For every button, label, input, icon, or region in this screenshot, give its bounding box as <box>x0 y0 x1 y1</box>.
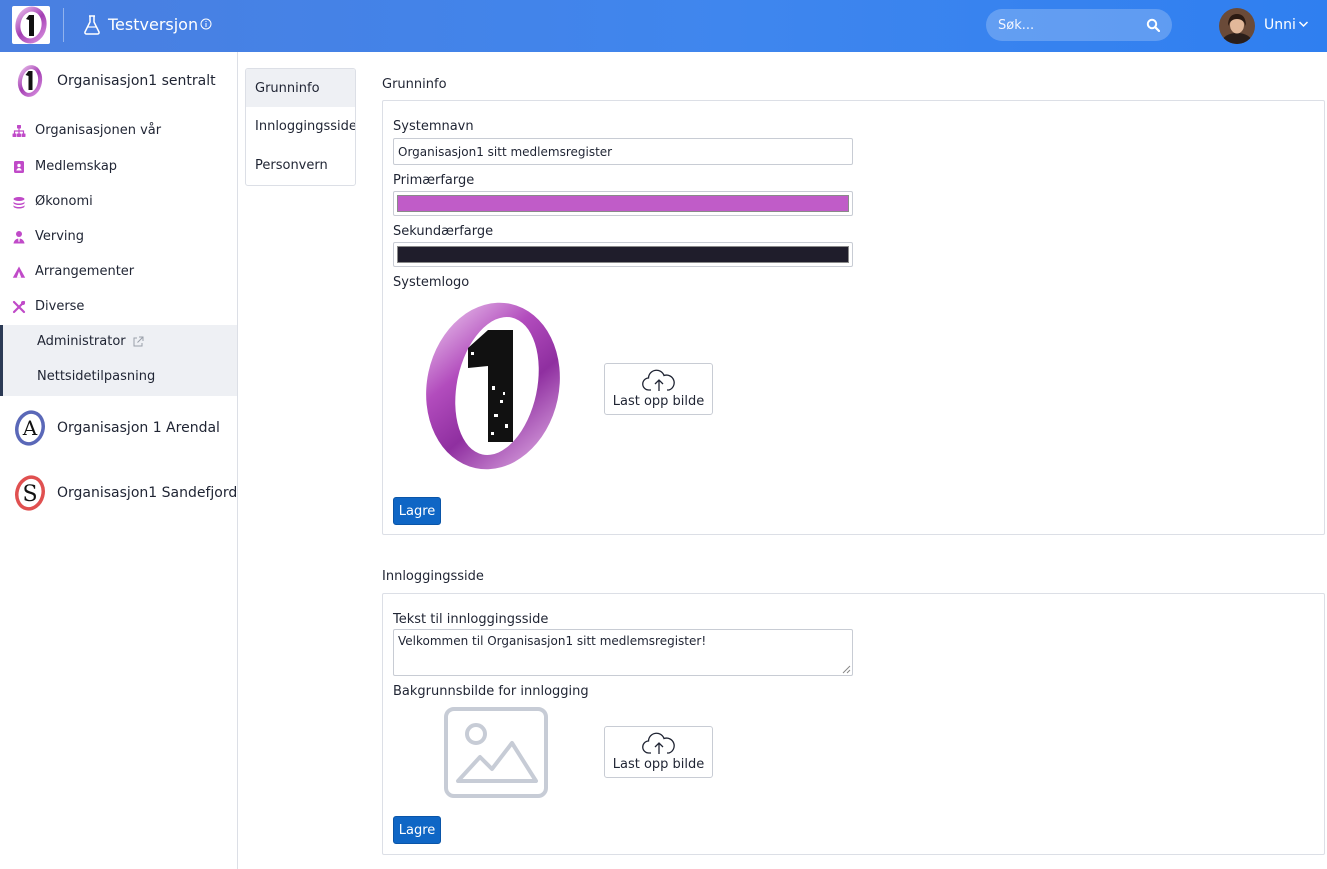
section-title-grunninfo: Grunninfo <box>382 77 447 92</box>
system-name-input[interactable] <box>393 138 853 165</box>
login-bg-label: Bakgrunnsbilde for innlogging <box>393 684 589 699</box>
user-tie-icon <box>13 230 25 243</box>
system-logo-label: Systemlogo <box>393 275 470 290</box>
sidebar-item-okonomi[interactable]: Økonomi <box>0 184 237 219</box>
grunninfo-panel: Systemnavn Primærfarge Sekundærfarge Sys… <box>382 100 1325 535</box>
top-bar: Testversjon Unni <box>0 0 1327 52</box>
sidebar: Organisasjon1 sentralt Organisasjonen vå… <box>0 52 238 869</box>
user-name[interactable]: Unni <box>1264 16 1296 34</box>
user-avatar[interactable] <box>1219 8 1255 44</box>
section-title-innloggingsside: Innloggingsside <box>382 569 484 584</box>
sidebar-item-label: Organisasjonen vår <box>35 123 162 138</box>
sidebar-item-medlemskap[interactable]: Medlemskap <box>0 149 237 184</box>
sidebar-item-label: Økonomi <box>35 194 93 209</box>
secondary-color-label: Sekundærfarge <box>393 224 494 239</box>
resize-handle-icon[interactable] <box>842 665 851 674</box>
org-logo-icon <box>17 65 43 97</box>
org-name: Organisasjon 1 Arendal <box>57 420 220 436</box>
primary-color-swatch <box>397 195 849 212</box>
sidebar-item-label: Verving <box>35 229 85 244</box>
system-logo-image <box>426 302 560 470</box>
app-logo[interactable] <box>12 6 50 44</box>
sidebar-item-organisasjonen[interactable]: Organisasjonen vår <box>0 113 237 148</box>
org-item-sentralt[interactable]: Organisasjon1 sentralt <box>12 61 216 101</box>
org-item-sandefjord[interactable]: S Organisasjon1 Sandefjord <box>12 473 237 513</box>
sidebar-item-label: Medlemskap <box>35 159 118 174</box>
login-text-input[interactable]: Velkommen til Organisasjon1 sitt medlems… <box>393 629 853 676</box>
search-box[interactable] <box>986 9 1172 41</box>
sidebar-item-arrangementer[interactable]: Arrangementer <box>0 254 237 289</box>
org-name: Organisasjon1 sentralt <box>57 73 216 89</box>
sidebar-subitem-label: Nettsidetilpasning <box>37 369 156 384</box>
upload-label: Last opp bilde <box>612 394 705 409</box>
external-link-icon <box>133 336 144 346</box>
login-text-label: Tekst til innloggingsside <box>393 612 549 627</box>
environment-label: Testversjon <box>108 15 199 34</box>
tools-icon <box>12 300 26 313</box>
cloud-upload-icon <box>641 369 675 391</box>
org-name: Organisasjon1 Sandefjord <box>57 485 238 501</box>
image-placeholder-icon <box>444 707 548 798</box>
sidebar-item-label: Diverse <box>35 299 85 314</box>
tab-innloggingsside[interactable]: Innloggingsside <box>246 107 355 145</box>
search-icon[interactable] <box>1146 18 1160 32</box>
svg-text:A: A <box>22 416 38 440</box>
info-icon[interactable] <box>200 18 212 30</box>
system-name-label: Systemnavn <box>393 119 474 134</box>
sidebar-subitem-label: Administrator <box>37 334 126 349</box>
tent-icon <box>12 266 26 278</box>
primary-color-label: Primærfarge <box>393 173 475 188</box>
secondary-color-input[interactable] <box>393 242 853 267</box>
save-button[interactable]: Lagre <box>393 816 441 844</box>
diverse-submenu: Administrator Nettsidetilpasning <box>0 325 237 396</box>
upload-background-button[interactable]: Last opp bilde <box>604 726 713 778</box>
coins-icon <box>13 196 25 208</box>
upload-logo-button[interactable]: Last opp bilde <box>604 363 713 415</box>
org-item-arendal[interactable]: A Organisasjon 1 Arendal <box>12 408 220 448</box>
sitemap-icon <box>12 124 26 137</box>
settings-tab-list: Grunninfo Innloggingsside Personvern <box>245 68 356 186</box>
login-panel: Tekst til innloggingsside Velkommen til … <box>382 593 1325 855</box>
save-button[interactable]: Lagre <box>393 497 441 525</box>
org-logo-icon: S <box>15 475 45 511</box>
primary-color-input[interactable] <box>393 191 853 216</box>
sidebar-item-diverse[interactable]: Diverse <box>0 289 237 324</box>
upload-label: Last opp bilde <box>612 757 705 772</box>
org-logo-icon: A <box>15 410 45 446</box>
sidebar-item-verving[interactable]: Verving <box>0 219 237 254</box>
id-card-icon <box>14 160 24 173</box>
flask-icon <box>84 15 100 35</box>
sidebar-subitem-administrator[interactable]: Administrator <box>37 334 144 349</box>
sidebar-subitem-nettsidetilpasning[interactable]: Nettsidetilpasning <box>37 369 155 384</box>
svg-text:S: S <box>22 482 37 507</box>
cloud-upload-icon <box>641 732 675 754</box>
sidebar-item-label: Arrangementer <box>35 264 135 279</box>
header-divider <box>63 8 64 42</box>
chevron-down-icon[interactable] <box>1298 20 1309 28</box>
tab-personvern[interactable]: Personvern <box>246 146 355 184</box>
search-input[interactable] <box>998 16 1138 34</box>
secondary-color-swatch <box>397 246 849 263</box>
tab-grunninfo[interactable]: Grunninfo <box>246 69 355 107</box>
